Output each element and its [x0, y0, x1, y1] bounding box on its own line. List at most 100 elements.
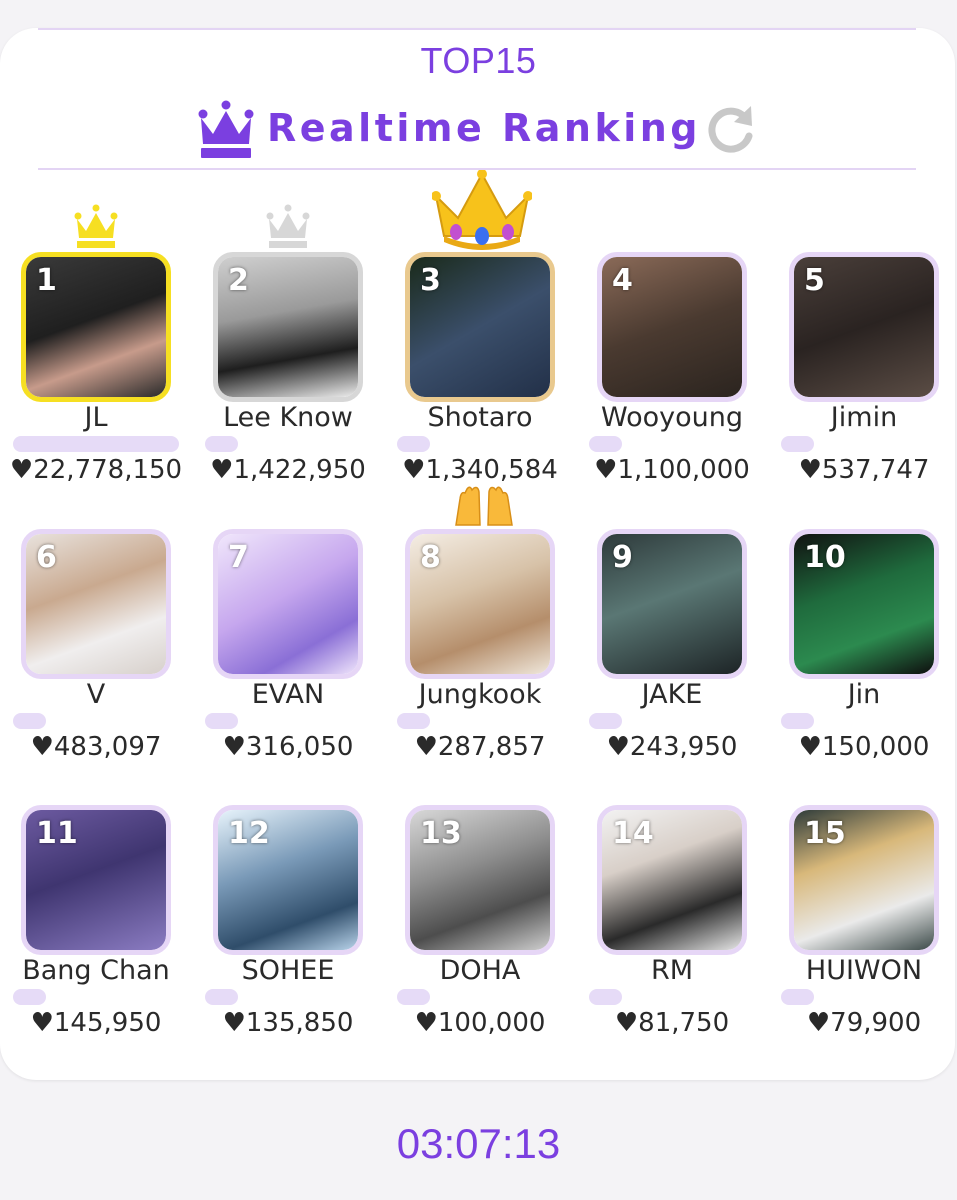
rank-number: 14 [612, 816, 654, 851]
ranking-item[interactable]: 10 Jin ♥150,000 [781, 529, 957, 769]
avatar-frame[interactable]: 14 [597, 805, 747, 955]
vote-progress-fill [589, 436, 622, 452]
vote-progress-fill [13, 436, 179, 452]
vote-count: ♥483,097 [30, 732, 162, 762]
rank-number: 7 [228, 540, 249, 575]
avatar-frame[interactable]: 13 [405, 805, 555, 955]
vote-count: ♥1,340,584 [402, 455, 558, 485]
rank-number: 10 [804, 540, 846, 575]
vote-progress-fill [589, 989, 622, 1005]
vote-count: ♥145,950 [30, 1008, 162, 1038]
artist-name: DOHA [439, 955, 521, 986]
crown-emoji-icon [432, 170, 532, 250]
refresh-icon[interactable] [702, 102, 760, 160]
silver-crown-icon [266, 204, 310, 248]
avatar-frame[interactable]: 7 [213, 529, 363, 679]
avatar-frame[interactable]: 6 [21, 529, 171, 679]
vote-progress-fill [589, 713, 622, 729]
avatar-frame[interactable]: 15 [789, 805, 939, 955]
avatar-frame[interactable]: 10 [789, 529, 939, 679]
ranking-item[interactable]: 5 Jimin ♥537,747 [781, 252, 957, 492]
vote-progress-bar [13, 713, 179, 729]
ranking-item[interactable]: 11 Bang Chan ♥145,950 [13, 805, 189, 1045]
title-row: Realtime Ranking [0, 98, 957, 162]
avatar-frame[interactable]: 11 [21, 805, 171, 955]
vote-progress-fill [205, 989, 238, 1005]
ranking-item[interactable]: 7 EVAN ♥316,050 [205, 529, 381, 769]
ranking-item[interactable]: 14 RM ♥81,750 [589, 805, 765, 1045]
vote-progress-bar [205, 713, 371, 729]
vote-progress-bar [397, 989, 563, 1005]
vote-progress-fill [781, 436, 814, 452]
vote-progress-fill [781, 713, 814, 729]
artist-name: Bang Chan [22, 955, 170, 986]
vote-count: ♥243,950 [606, 732, 738, 762]
rank-number: 11 [36, 816, 78, 851]
artist-name: Jin [847, 679, 881, 710]
rank-number: 1 [36, 263, 57, 298]
vote-progress-bar [781, 713, 947, 729]
vote-count: ♥537,747 [798, 455, 930, 485]
vote-progress-fill [397, 713, 430, 729]
artist-name: HUIWON [805, 955, 923, 986]
vote-progress-fill [13, 713, 46, 729]
avatar-frame[interactable]: 8 [405, 529, 555, 679]
vote-progress-bar [397, 713, 563, 729]
vote-progress-fill [397, 989, 430, 1005]
vote-progress-fill [397, 436, 430, 452]
crown-icon [198, 100, 254, 158]
ranking-item[interactable]: 13 DOHA ♥100,000 [397, 805, 573, 1045]
avatar-frame[interactable]: 9 [597, 529, 747, 679]
vote-progress-bar [781, 436, 947, 452]
vote-progress-fill [205, 713, 238, 729]
ranking-item[interactable]: 4 Wooyoung ♥1,100,000 [589, 252, 765, 492]
artist-name: RM [650, 955, 694, 986]
avatar-frame[interactable]: 2 [213, 252, 363, 402]
vote-progress-bar [13, 436, 179, 452]
rank-number: 13 [420, 816, 462, 851]
top-label: TOP15 [420, 40, 537, 81]
top-divider [38, 28, 916, 30]
ranking-item[interactable]: 15 HUIWON ♥79,900 [781, 805, 957, 1045]
rank-number: 15 [804, 816, 846, 851]
vote-count: ♥22,778,150 [9, 455, 183, 485]
vote-count: ♥135,850 [222, 1008, 354, 1038]
artist-name: Shotaro [427, 402, 533, 433]
vote-count: ♥316,050 [222, 732, 354, 762]
rank-number: 8 [420, 540, 441, 575]
ranking-item[interactable]: 8 Jungkook ♥287,857 [397, 529, 573, 769]
avatar-frame[interactable]: 3 [405, 252, 555, 402]
avatar-frame[interactable]: 12 [213, 805, 363, 955]
vote-progress-bar [205, 436, 371, 452]
ranking-item[interactable]: 9 JAKE ♥243,950 [589, 529, 765, 769]
ranking-item[interactable]: 2 Lee Know ♥1,422,950 [205, 252, 381, 492]
rank-number: 5 [804, 263, 825, 298]
rank-number: 3 [420, 263, 441, 298]
ranking-item[interactable]: 6 V ♥483,097 [13, 529, 189, 769]
vote-count: ♥100,000 [414, 1008, 546, 1038]
countdown-timer: 03:07:13 [396, 1120, 561, 1167]
rank-number: 2 [228, 263, 249, 298]
vote-count: ♥287,857 [414, 732, 546, 762]
artist-name: EVAN [251, 679, 325, 710]
page-title: Realtime Ranking [267, 106, 701, 150]
rank-number: 6 [36, 540, 57, 575]
vote-progress-bar [781, 989, 947, 1005]
avatar-frame[interactable]: 4 [597, 252, 747, 402]
artist-name: Jimin [830, 402, 898, 433]
avatar-frame[interactable]: 1 [21, 252, 171, 402]
vote-count: ♥79,900 [806, 1008, 922, 1038]
vote-progress-fill [13, 989, 46, 1005]
ranking-item[interactable]: 12 SOHEE ♥135,850 [205, 805, 381, 1045]
vote-progress-bar [589, 713, 755, 729]
avatar-frame[interactable]: 5 [789, 252, 939, 402]
ranking-item[interactable]: 1 JL ♥22,778,150 [10, 252, 189, 492]
artist-name: SOHEE [241, 955, 335, 986]
artist-name: Wooyoung [600, 402, 743, 433]
rank-number: 4 [612, 263, 633, 298]
vote-count: ♥1,422,950 [210, 455, 366, 485]
artist-name: V [86, 679, 106, 710]
ranking-item[interactable]: 3 Shotaro ♥1,340,584 [397, 252, 573, 492]
gold-crown-icon [74, 204, 118, 248]
rank-number: 12 [228, 816, 270, 851]
